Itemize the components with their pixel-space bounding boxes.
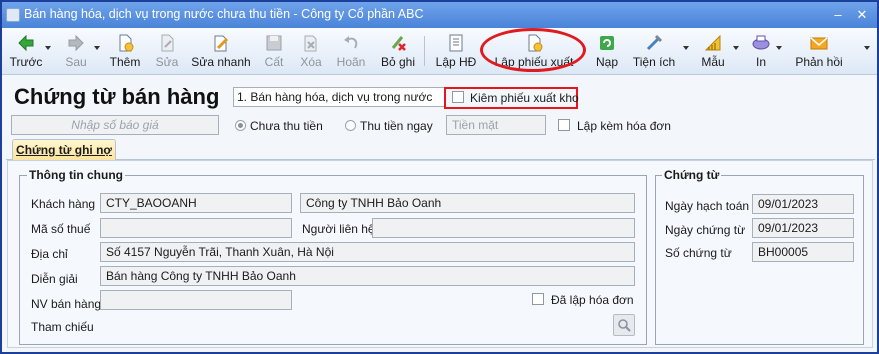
feedback-label: Phản hồi <box>795 55 843 69</box>
template-icon <box>703 33 723 53</box>
reference-button[interactable] <box>613 314 635 336</box>
add-document-icon <box>115 33 135 53</box>
print-icon <box>751 33 771 53</box>
add-button[interactable]: Thêm <box>106 30 144 72</box>
general-info-title: Thông tin chung <box>27 168 125 182</box>
feedback-button[interactable]: Phản hồi <box>792 30 846 72</box>
unpaid-label: Chưa thu tiền <box>250 119 323 133</box>
unpaid-radio[interactable] <box>235 120 246 131</box>
save-icon <box>264 33 284 53</box>
window-title: Bán hàng hóa, dịch vụ trong nước chưa th… <box>24 7 424 21</box>
unpost-label: Bỏ ghi <box>380 55 416 69</box>
paid-label: Thu tiền ngay <box>360 119 433 133</box>
print-label: In <box>755 55 766 69</box>
contact-label: Người liên hệ <box>302 222 375 236</box>
next-button[interactable]: Sau <box>58 30 94 72</box>
sale-type-select[interactable]: 1. Bán hàng hóa, dịch vụ trong nước <box>233 87 445 107</box>
reference-label: Tham chiếu <box>31 320 94 334</box>
create-invoice-button[interactable]: Lập HĐ <box>434 30 478 72</box>
unpost-icon <box>388 33 408 53</box>
save-button[interactable]: Cất <box>258 30 290 72</box>
undo-label: Hoãn <box>336 55 366 69</box>
prev-button[interactable]: Trước <box>8 30 44 72</box>
tab-debit-voucher[interactable]: Chứng từ ghi nợ <box>12 139 116 161</box>
title-bar: Bán hàng hóa, dịch vụ trong nước chưa th… <box>2 2 877 28</box>
save-label: Cất <box>264 55 284 69</box>
utilities-button[interactable]: Tiện ích <box>630 30 678 72</box>
with-invoice-checkbox[interactable] <box>558 119 570 131</box>
prev-dropdown-icon[interactable] <box>45 46 51 50</box>
utilities-dropdown-icon[interactable] <box>683 46 689 50</box>
reload-icon <box>597 33 617 53</box>
salesperson-label: NV bán hàng <box>31 297 102 311</box>
next-label: Sau <box>65 55 87 69</box>
edit-label: Sửa <box>155 55 179 69</box>
sales-voucher-window: Bán hàng hóa, dịch vụ trong nước chưa th… <box>0 0 879 354</box>
close-button[interactable]: ✕ <box>852 7 872 23</box>
quick-edit-label: Sửa nhanh <box>191 55 251 69</box>
customer-label: Khách hàng <box>31 197 96 211</box>
undo-icon <box>341 33 361 53</box>
issue-note-highlight <box>480 28 586 72</box>
page-title: Chứng từ bán hàng <box>14 84 220 109</box>
template-button[interactable]: Mẫu <box>696 30 730 72</box>
voucher-title: Chứng từ <box>662 168 722 182</box>
voucher-number-input[interactable]: BH00005 <box>752 242 854 262</box>
toolbar-separator <box>424 36 425 66</box>
tools-icon <box>644 33 664 53</box>
quick-edit-icon <box>211 33 231 53</box>
customer-name-input[interactable]: Công ty TNHH Bảo Oanh <box>300 193 635 213</box>
prev-label: Trước <box>9 55 43 69</box>
voucher-date-input[interactable]: 09/01/2023 <box>752 218 854 238</box>
template-label: Mẫu <box>701 55 725 69</box>
description-input[interactable]: Bán hàng Công ty TNHH Bảo Oanh <box>100 266 635 286</box>
posting-date-input[interactable]: 09/01/2023 <box>752 194 854 214</box>
print-button[interactable]: In <box>746 30 776 72</box>
quote-number-input[interactable]: Nhập số báo giá <box>11 115 219 135</box>
voucher-number-label: Số chứng từ <box>665 246 732 260</box>
description-label: Diễn giải <box>31 272 78 286</box>
minimize-button[interactable]: – <box>828 7 848 23</box>
template-dropdown-icon[interactable] <box>733 46 739 50</box>
more-dropdown-icon[interactable] <box>864 46 870 50</box>
arrow-right-icon <box>66 33 86 53</box>
payment-method-select[interactable]: Tiền mặt <box>446 115 546 135</box>
edit-document-icon <box>157 33 177 53</box>
quick-edit-button[interactable]: Sửa nhanh <box>191 30 251 72</box>
delete-icon <box>301 33 321 53</box>
reload-label: Nạp <box>595 55 618 69</box>
invoiced-checkbox[interactable] <box>532 293 544 305</box>
customer-code-input[interactable]: CTY_BAOOANH <box>100 193 292 213</box>
issue-note-checkbox-label: Kiêm phiếu xuất kho <box>470 91 579 105</box>
utilities-label: Tiện ích <box>632 55 676 69</box>
next-dropdown-icon[interactable] <box>94 46 100 50</box>
posting-date-label: Ngày hạch toán <box>665 199 750 213</box>
paid-radio[interactable] <box>345 120 356 131</box>
tax-code-label: Mã số thuế <box>31 222 91 236</box>
unpost-button[interactable]: Bỏ ghi <box>378 30 418 72</box>
invoice-icon <box>446 33 466 53</box>
reference-search-icon <box>617 318 631 332</box>
arrow-left-icon <box>16 33 36 53</box>
voucher-date-label: Ngày chứng từ <box>665 223 746 237</box>
create-invoice-label: Lập HĐ <box>435 55 477 69</box>
address-label: Địa chỉ <box>31 247 68 261</box>
salesperson-input[interactable] <box>100 290 292 310</box>
undo-button[interactable]: Hoãn <box>332 30 370 72</box>
contact-input[interactable] <box>372 218 635 238</box>
mail-icon <box>809 33 829 53</box>
edit-button[interactable]: Sửa <box>150 30 184 72</box>
delete-button[interactable]: Xóa <box>294 30 328 72</box>
toolbar: Trước Sau Thêm Sửa Sửa nhanh Cất Xóa Hoã… <box>2 28 877 75</box>
app-icon <box>6 8 20 22</box>
reload-button[interactable]: Nạp <box>592 30 622 72</box>
print-dropdown-icon[interactable] <box>776 46 782 50</box>
tax-code-input[interactable] <box>100 218 292 238</box>
with-invoice-label: Lập kèm hóa đơn <box>577 119 671 133</box>
delete-label: Xóa <box>300 55 322 69</box>
address-input[interactable]: Số 4157 Nguyễn Trãi, Thanh Xuân, Hà Nội <box>100 242 635 262</box>
invoiced-label: Đã lập hóa đơn <box>551 293 634 307</box>
issue-note-checkbox[interactable] <box>452 91 464 103</box>
add-label: Thêm <box>109 55 141 69</box>
